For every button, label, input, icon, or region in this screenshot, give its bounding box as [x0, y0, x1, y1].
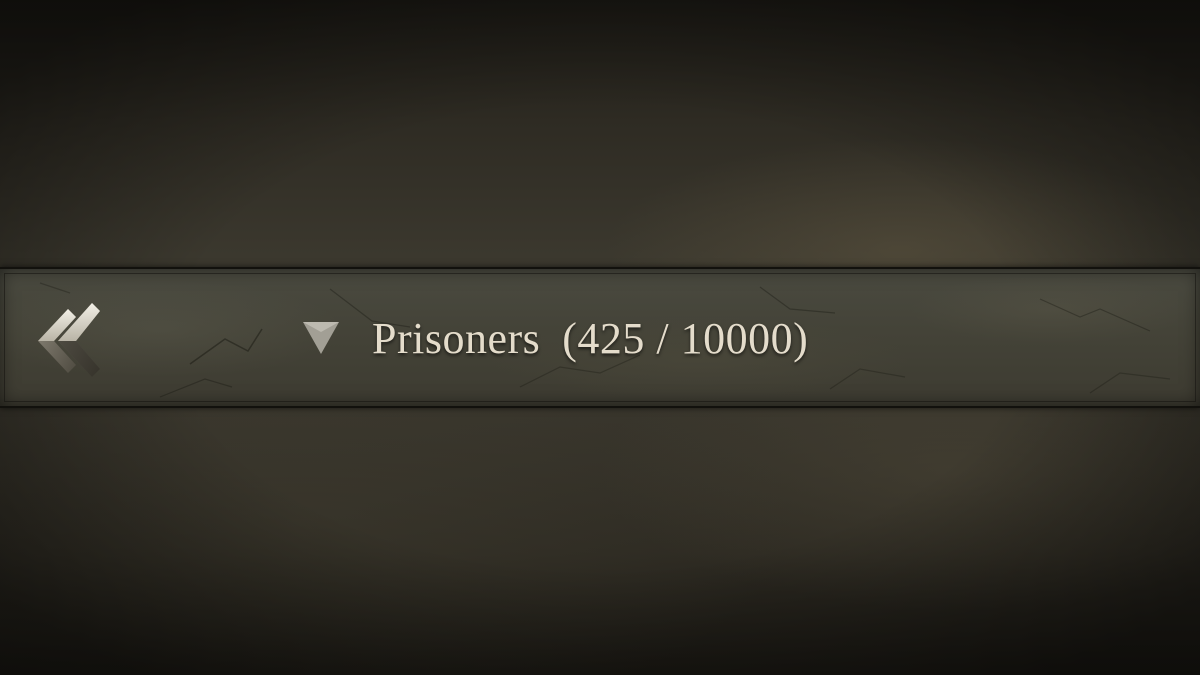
prisoner-count: (425 / 10000) [562, 313, 809, 363]
prisoners-section-header[interactable]: Prisoners (425 / 10000) [300, 303, 808, 373]
collapse-panel-button[interactable] [20, 299, 102, 379]
section-title: Prisoners (425 / 10000) [372, 313, 808, 364]
double-chevron-left-icon [38, 303, 100, 377]
prisoners-section-bar: Prisoners (425 / 10000) [0, 267, 1200, 408]
section-title-label: Prisoners [372, 313, 541, 363]
triangle-down-icon [303, 322, 339, 354]
